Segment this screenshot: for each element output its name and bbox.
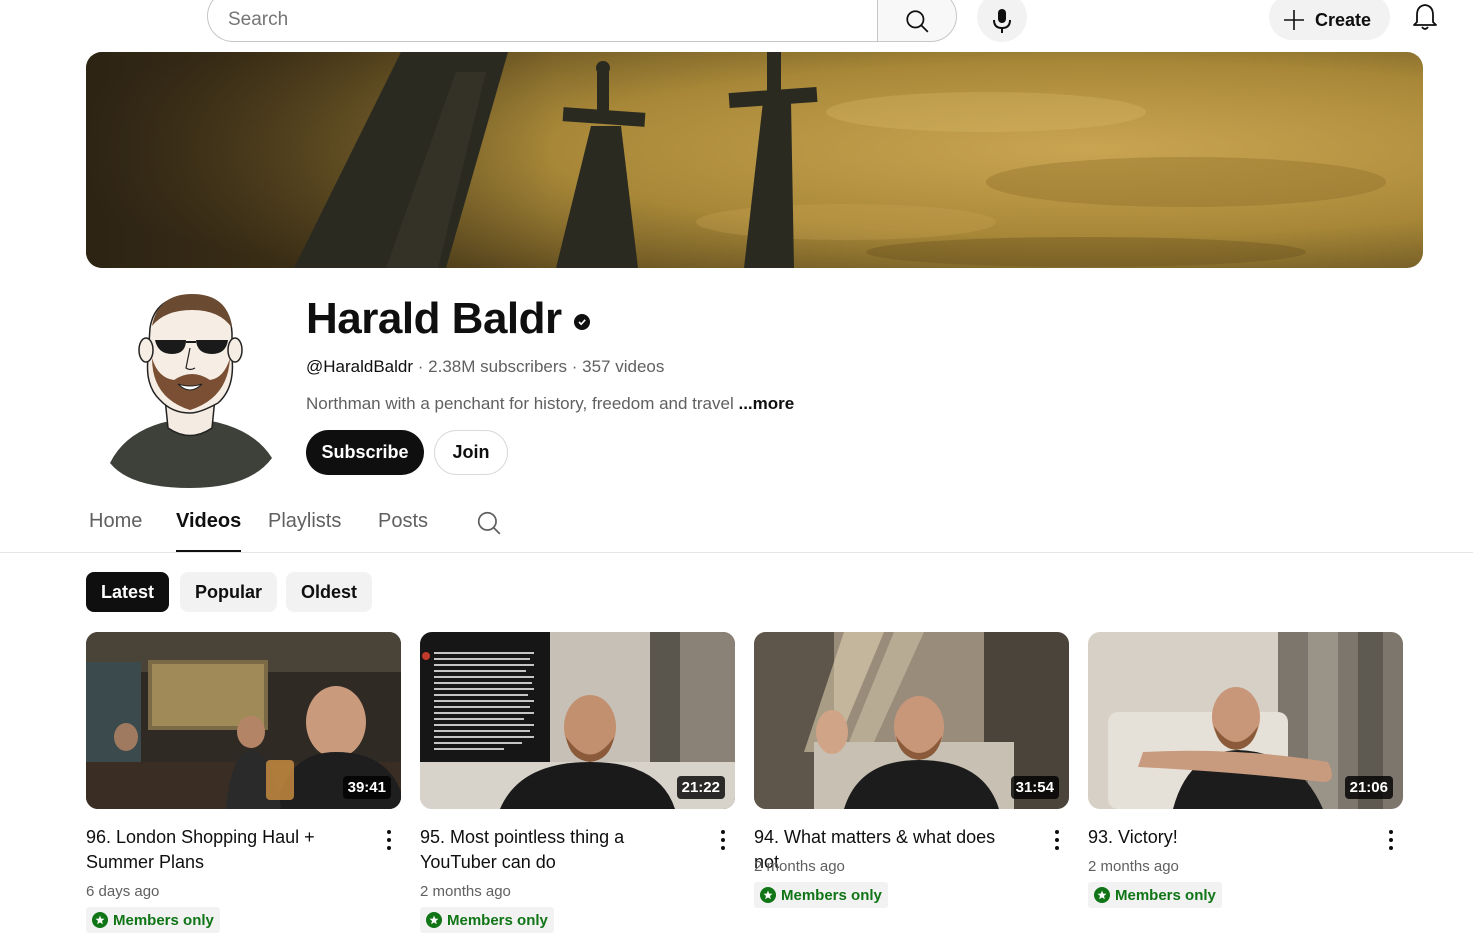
badge-label: Members only [1115, 886, 1216, 904]
video-duration: 21:06 [1344, 776, 1393, 799]
channel-tabs: Home Videos Playlists Posts [0, 500, 1473, 553]
video-card[interactable]: 21:06 93. Victory! 2 months ago Members … [1088, 632, 1403, 908]
tab-playlists[interactable]: Playlists [268, 510, 341, 552]
star-icon [92, 912, 108, 928]
search-icon [477, 511, 501, 535]
video-duration: 21:22 [676, 776, 725, 799]
mic-icon [993, 9, 1011, 33]
join-button[interactable]: Join [434, 430, 508, 475]
subscriber-count: 2.38M subscribers [428, 357, 568, 376]
star-icon [426, 912, 442, 928]
channel-name-text: Harald Baldr [306, 294, 562, 343]
tab-posts[interactable]: Posts [378, 510, 428, 552]
create-button[interactable]: Create [1269, 0, 1390, 40]
channel-handle[interactable]: @HaraldBaldr [306, 357, 413, 376]
video-card[interactable]: 21:22 95. Most pointless thing a YouTube… [420, 632, 735, 933]
badge-label: Members only [447, 911, 548, 929]
verified-icon [573, 314, 590, 330]
badge-label: Members only [781, 886, 882, 904]
description-text: Northman with a penchant for history, fr… [306, 394, 734, 413]
more-actions-icon[interactable] [1049, 828, 1065, 852]
chip-popular[interactable]: Popular [180, 572, 278, 612]
more-actions-icon[interactable] [1383, 828, 1399, 852]
channel-avatar[interactable] [100, 288, 280, 488]
search-input[interactable] [228, 5, 828, 35]
video-age: 2 months ago [754, 858, 845, 875]
star-icon [760, 887, 776, 903]
more-link[interactable]: ...more [738, 394, 794, 413]
create-label: Create [1315, 9, 1372, 30]
meta-separator: · [567, 357, 583, 376]
channel-description[interactable]: Northman with a penchant for history, fr… [306, 394, 794, 414]
members-only-badge: Members only [1088, 882, 1222, 908]
video-title[interactable]: 93. Victory! [1088, 825, 1358, 850]
search-button[interactable] [877, 0, 957, 42]
video-thumbnail[interactable]: 39:41 [86, 632, 401, 809]
members-only-badge: Members only [86, 907, 220, 933]
video-card[interactable]: 31:54 94. What matters & what does not 2… [754, 632, 1069, 908]
voice-search-button[interactable] [977, 0, 1027, 42]
video-age: 6 days ago [86, 883, 160, 900]
meta-separator: · [413, 357, 429, 376]
video-card[interactable]: 39:41 96. London Shopping Haul + Summer … [86, 632, 401, 933]
channel-meta: @HaraldBaldr · 2.38M subscribers · 357 v… [306, 357, 664, 377]
plus-icon [1284, 10, 1304, 30]
video-duration: 31:54 [1010, 776, 1059, 799]
members-only-badge: Members only [420, 907, 554, 933]
badge-label: Members only [113, 911, 214, 929]
bell-icon [1413, 4, 1437, 30]
notifications-button[interactable] [1410, 2, 1440, 32]
video-thumbnail[interactable]: 31:54 [754, 632, 1069, 809]
top-bar: Create [0, 0, 1473, 44]
search-box[interactable] [207, 0, 879, 42]
chip-oldest[interactable]: Oldest [286, 572, 373, 612]
tab-home[interactable]: Home [89, 510, 142, 552]
video-age: 2 months ago [420, 883, 511, 900]
channel-name: Harald Baldr [306, 294, 590, 344]
video-thumbnail[interactable]: 21:22 [420, 632, 735, 809]
video-thumbnail[interactable]: 21:06 [1088, 632, 1403, 809]
channel-banner [86, 52, 1423, 268]
video-age: 2 months ago [1088, 858, 1179, 875]
more-actions-icon[interactable] [715, 828, 731, 852]
chip-latest[interactable]: Latest [86, 572, 170, 612]
video-duration: 39:41 [342, 776, 391, 799]
video-title[interactable]: 96. London Shopping Haul + Summer Plans [86, 825, 356, 875]
members-only-badge: Members only [754, 882, 888, 908]
star-icon [1094, 887, 1110, 903]
subscribe-button[interactable]: Subscribe [306, 430, 424, 475]
video-count: 357 videos [582, 357, 665, 376]
more-actions-icon[interactable] [381, 828, 397, 852]
tab-videos[interactable]: Videos [176, 510, 242, 552]
channel-search-button[interactable] [476, 510, 502, 536]
video-title[interactable]: 95. Most pointless thing a YouTuber can … [420, 825, 690, 875]
search-icon [906, 10, 929, 33]
